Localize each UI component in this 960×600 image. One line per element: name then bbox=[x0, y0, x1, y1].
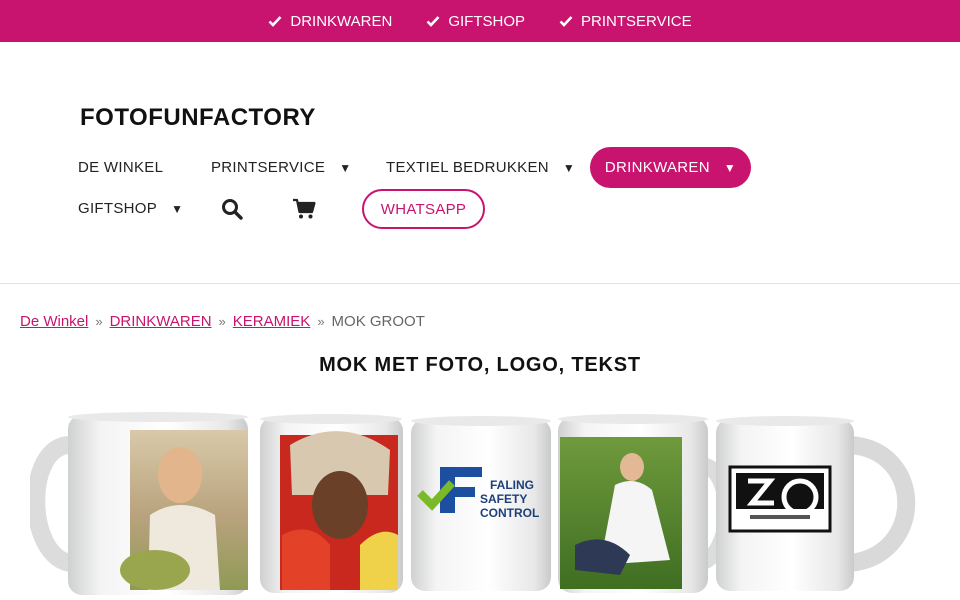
mug-logo-black bbox=[716, 416, 916, 591]
caret-down-icon: ▼ bbox=[562, 160, 576, 175]
mug-logo-text: SAFETY bbox=[480, 492, 527, 506]
nav-item-label: TEXTIEL BEDRUKKEN bbox=[386, 159, 549, 176]
top-announcement-bar: DRINKWAREN GIFTSHOP PRINTSERVICE bbox=[0, 0, 960, 42]
mug-photo-woman bbox=[30, 412, 248, 595]
nav-item-label: GIFTSHOP bbox=[78, 200, 158, 217]
mug-logo-faling: FALING SAFETY CONTROL bbox=[411, 416, 551, 591]
breadcrumb-link-de-winkel[interactable]: De Winkel bbox=[20, 313, 88, 330]
topbar-link-printservice[interactable]: PRINTSERVICE bbox=[559, 13, 692, 30]
search-icon bbox=[222, 199, 243, 220]
caret-down-icon: ▼ bbox=[723, 160, 737, 175]
cart-button[interactable] bbox=[292, 197, 316, 221]
topbar-link-label: GIFTSHOP bbox=[448, 12, 526, 30]
nav-item-label: DRINKWAREN bbox=[604, 159, 710, 176]
search-button[interactable] bbox=[220, 197, 244, 221]
site-logo-text[interactable]: FOTOFUNFACTORY bbox=[80, 104, 316, 132]
cart-icon bbox=[293, 198, 316, 219]
header-divider bbox=[0, 283, 960, 284]
nav-item-label: PRINTSERVICE bbox=[211, 159, 326, 176]
breadcrumb-separator: » bbox=[218, 314, 226, 329]
topbar-link-drinkwaren[interactable]: DRINKWAREN bbox=[268, 13, 392, 30]
check-icon bbox=[268, 16, 282, 27]
whatsapp-button[interactable]: WHATSAPP bbox=[362, 189, 485, 229]
mug-logo-text: FALING bbox=[490, 478, 534, 492]
caret-down-icon: ▼ bbox=[339, 160, 352, 175]
nav-item-drinkwaren-active[interactable]: DRINKWAREN ▼ bbox=[590, 147, 751, 188]
caret-down-icon: ▼ bbox=[171, 201, 184, 216]
mug-logo-text: CONTROL bbox=[480, 506, 539, 520]
nav-item-de-winkel[interactable]: DE WINKEL bbox=[78, 159, 163, 176]
breadcrumb: De Winkel » DRINKWAREN » KERAMIEK » MOK … bbox=[20, 313, 425, 330]
breadcrumb-link-keramiek[interactable]: KERAMIEK bbox=[233, 313, 311, 330]
check-icon bbox=[559, 16, 573, 27]
page-title: MOK MET FOTO, LOGO, TEKST bbox=[319, 354, 641, 376]
topbar-link-label: PRINTSERVICE bbox=[581, 12, 692, 30]
nav-item-printservice[interactable]: PRINTSERVICE ▼ bbox=[211, 159, 351, 176]
mugs-product-image: FALING SAFETY CONTROL bbox=[30, 412, 916, 595]
breadcrumb-current: MOK GROOT bbox=[331, 313, 425, 330]
breadcrumb-link-drinkwaren[interactable]: DRINKWAREN bbox=[110, 313, 212, 330]
mug-photo-wedding bbox=[558, 414, 735, 593]
nav-item-label: DE WINKEL bbox=[78, 159, 164, 176]
nav-item-giftshop[interactable]: GIFTSHOP ▼ bbox=[78, 200, 183, 217]
topbar-link-giftshop[interactable]: GIFTSHOP bbox=[426, 13, 525, 30]
breadcrumb-separator: » bbox=[317, 314, 325, 329]
whatsapp-label: WHATSAPP bbox=[380, 200, 467, 218]
mug-photo-carnival bbox=[260, 414, 403, 593]
breadcrumb-separator: » bbox=[95, 314, 103, 329]
check-icon bbox=[426, 16, 440, 27]
nav-item-textiel-bedrukken[interactable]: TEXTIEL BEDRUKKEN ▼ bbox=[386, 159, 575, 176]
topbar-link-label: DRINKWAREN bbox=[290, 12, 393, 30]
